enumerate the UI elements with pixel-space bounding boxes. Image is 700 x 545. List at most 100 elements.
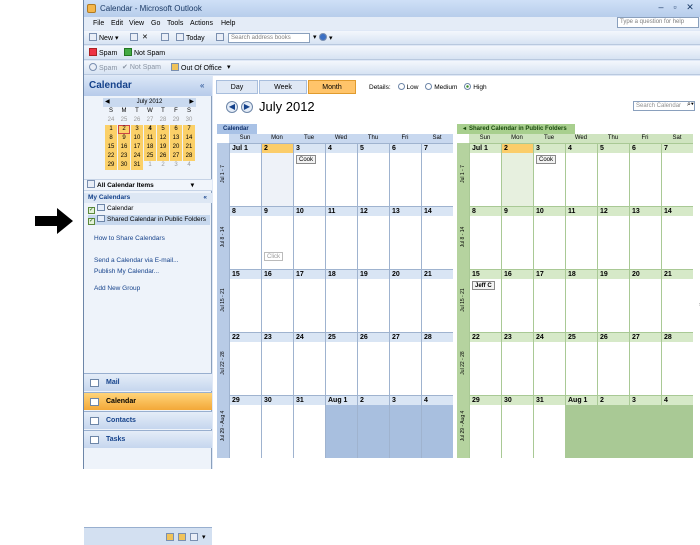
day-cell[interactable]: Jul 1 bbox=[229, 143, 261, 206]
contacts-button[interactable]: Contacts bbox=[84, 411, 212, 429]
mini-day[interactable]: 11 bbox=[144, 134, 156, 143]
day-cell[interactable]: 21 bbox=[661, 269, 693, 332]
day-cell[interactable]: 3 bbox=[389, 395, 421, 458]
mini-day[interactable]: 29 bbox=[105, 161, 117, 170]
mini-day[interactable]: 30 bbox=[183, 116, 195, 125]
day-cell[interactable]: 23 bbox=[501, 332, 533, 395]
day-cell[interactable]: 24 bbox=[533, 332, 565, 395]
day-cell[interactable]: 21 bbox=[421, 269, 453, 332]
week-label[interactable]: Jul 29 - Aug 4 bbox=[457, 395, 469, 458]
mini-day[interactable]: 12 bbox=[157, 134, 169, 143]
week-label[interactable]: Jul 8 - 14 bbox=[217, 206, 229, 269]
day-cell[interactable]: 3 Cook bbox=[293, 143, 325, 206]
menu-go[interactable]: Go bbox=[151, 18, 160, 29]
spam-button[interactable]: Spam bbox=[87, 48, 119, 58]
mini-day[interactable]: 6 bbox=[170, 125, 182, 134]
day-cell[interactable]: 12 bbox=[597, 206, 629, 269]
day-cell[interactable]: 25 bbox=[325, 332, 357, 395]
mini-day[interactable]: 4 bbox=[144, 125, 156, 134]
forward-button[interactable]: ▶ bbox=[241, 101, 253, 113]
address-book-search-input[interactable]: Search address books bbox=[228, 33, 310, 43]
search-icon[interactable]: ⌕▾ bbox=[687, 101, 694, 109]
configure-buttons-icon[interactable]: ▾ bbox=[202, 533, 206, 541]
find-contact-button[interactable] bbox=[214, 33, 228, 43]
radio-low[interactable] bbox=[397, 83, 405, 90]
calendar-button[interactable]: Calendar bbox=[84, 392, 212, 410]
menu-tools[interactable]: Tools bbox=[167, 18, 183, 29]
my-calendars-header[interactable]: My Calendars « bbox=[84, 193, 212, 203]
menu-actions[interactable]: Actions bbox=[190, 18, 213, 29]
day-cell[interactable]: 7 bbox=[661, 143, 693, 206]
calendar-tab[interactable]: Calendar bbox=[217, 124, 257, 134]
mini-day[interactable]: 24 bbox=[131, 152, 143, 161]
back-button[interactable]: ◀ bbox=[226, 101, 238, 113]
how-to-share-link[interactable]: How to Share Calendars bbox=[94, 235, 165, 242]
mini-day[interactable]: 16 bbox=[118, 143, 130, 152]
week-label[interactable]: Jul 15 - 21 bbox=[457, 269, 469, 332]
appointment-click[interactable]: Click bbox=[264, 252, 283, 261]
menu-edit[interactable]: Edit bbox=[111, 18, 123, 29]
radio-medium[interactable] bbox=[425, 83, 433, 90]
appointment-cook[interactable]: Cook bbox=[296, 155, 317, 164]
mini-day[interactable]: 21 bbox=[183, 143, 195, 152]
day-cell[interactable]: 31 bbox=[293, 395, 325, 458]
day-cell[interactable]: 28 bbox=[421, 332, 453, 395]
notes-icon[interactable] bbox=[166, 533, 174, 541]
day-cell[interactable]: 6 bbox=[389, 143, 421, 206]
folder-list-icon[interactable] bbox=[178, 533, 186, 541]
mini-day[interactable]: 8 bbox=[105, 134, 117, 143]
mini-day[interactable]: 30 bbox=[118, 161, 130, 170]
mini-day[interactable]: 23 bbox=[118, 152, 130, 161]
mini-day[interactable]: 26 bbox=[131, 116, 143, 125]
day-cell[interactable]: 9 bbox=[501, 206, 533, 269]
calendar-item-shared[interactable]: ✓ Shared Calendar in Public Folders bbox=[88, 215, 210, 225]
maximize-button[interactable]: ▫ bbox=[669, 2, 681, 13]
radio-high[interactable] bbox=[464, 83, 472, 90]
day-cell[interactable]: 23 bbox=[261, 332, 293, 395]
mini-day[interactable]: 2 bbox=[118, 125, 130, 134]
week-label[interactable]: Jul 22 - 28 bbox=[217, 332, 229, 395]
day-cell[interactable]: 16 bbox=[501, 269, 533, 332]
delete-button[interactable]: ✕ bbox=[140, 33, 150, 43]
week-label[interactable]: Jul 1 - 7 bbox=[217, 143, 229, 206]
day-cell[interactable]: 31 bbox=[533, 395, 565, 458]
all-calendar-items-dropdown[interactable]: All Calendar Items ▾ bbox=[84, 179, 212, 191]
day-cell[interactable]: 18 bbox=[565, 269, 597, 332]
address-book-button[interactable] bbox=[159, 33, 173, 43]
close-button[interactable]: ✕ bbox=[684, 2, 696, 13]
day-cell[interactable]: 26 bbox=[597, 332, 629, 395]
day-cell[interactable]: 15 Jeff C bbox=[469, 269, 501, 332]
day-cell[interactable]: 8 bbox=[229, 206, 261, 269]
add-new-group-link[interactable]: Add New Group bbox=[94, 285, 140, 292]
shared-calendar-tab[interactable]: ◂ Shared Calendar in Public Folders bbox=[457, 124, 575, 134]
day-cell[interactable]: 19 bbox=[597, 269, 629, 332]
mail-button[interactable]: Mail bbox=[84, 373, 212, 391]
day-cell[interactable]: 11 bbox=[565, 206, 597, 269]
tab-week[interactable]: Week bbox=[259, 80, 307, 94]
appointment-cook[interactable]: Cook bbox=[536, 155, 557, 164]
day-cell[interactable]: 17 bbox=[293, 269, 325, 332]
mini-day[interactable]: 2 bbox=[157, 161, 169, 170]
day-cell[interactable]: 29 bbox=[469, 395, 501, 458]
day-cell[interactable]: 4 bbox=[421, 395, 453, 458]
day-cell[interactable]: 29 bbox=[229, 395, 261, 458]
day-cell[interactable]: 30 bbox=[261, 395, 293, 458]
collapse-group-icon[interactable]: « bbox=[203, 193, 207, 203]
help-search-input[interactable]: Type a question for help bbox=[617, 17, 699, 28]
day-cell[interactable]: 18 bbox=[325, 269, 357, 332]
minimize-button[interactable]: – bbox=[655, 2, 667, 13]
prev-month-icon[interactable]: ◀ bbox=[105, 98, 110, 107]
week-label[interactable]: Jul 22 - 28 bbox=[457, 332, 469, 395]
mini-day[interactable]: 22 bbox=[105, 152, 117, 161]
week-label[interactable]: Jul 8 - 14 bbox=[457, 206, 469, 269]
day-cell[interactable]: 6 bbox=[629, 143, 661, 206]
mini-day[interactable]: 13 bbox=[170, 134, 182, 143]
mini-day[interactable]: 25 bbox=[144, 152, 156, 161]
mini-day[interactable]: 27 bbox=[144, 116, 156, 125]
day-cell[interactable]: 17 bbox=[533, 269, 565, 332]
day-cell[interactable]: Aug 1 bbox=[565, 395, 597, 458]
day-cell[interactable]: 14 bbox=[661, 206, 693, 269]
mini-day[interactable]: 1 bbox=[105, 125, 117, 134]
tab-month[interactable]: Month bbox=[308, 80, 356, 94]
day-cell[interactable]: 5 bbox=[597, 143, 629, 206]
